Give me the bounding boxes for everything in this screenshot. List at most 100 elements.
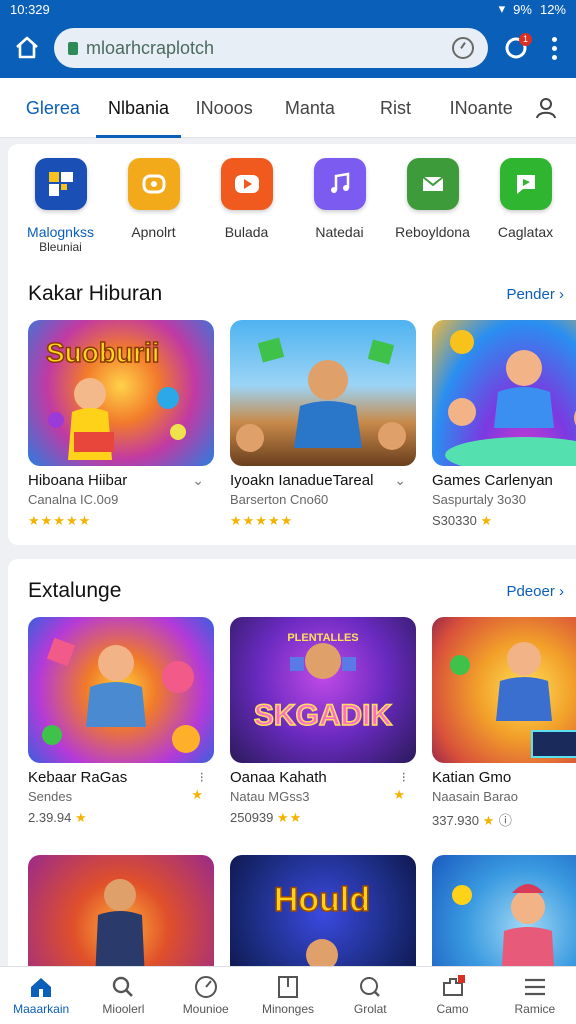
- wifi-icon: ▾: [498, 1, 506, 16]
- game-info: Katian Gmo⁝ Naasain Barao★ 337.930 ★ ⓘ: [432, 763, 576, 829]
- battery-text: 9%: [513, 1, 532, 17]
- svg-text:Suoburii: Suoburii: [46, 337, 160, 368]
- game-card[interactable]: [28, 855, 214, 968]
- svg-text:PLENTALLES: PLENTALLES: [287, 632, 358, 644]
- section-title: Kakar Hiburan: [28, 282, 163, 305]
- game-rating: S30330 ★: [432, 513, 494, 528]
- game-card[interactable]: PLENTALLES SKGADIK Oanaa Kahath ⁝ Natau MG…: [230, 617, 416, 829]
- section-more-link[interactable]: Pender ›: [506, 286, 564, 303]
- more-options-icon[interactable]: ⁝: [200, 769, 214, 786]
- app-shortcut-bulada[interactable]: Bulada: [200, 158, 293, 254]
- search-icon: [113, 976, 134, 997]
- game-info: Games Carlenyan⌄ Saspurtaly 3o30 S30330 …: [432, 466, 576, 529]
- nav-games[interactable]: Camo: [411, 967, 493, 1024]
- game-thumbnail: PLENTALLES SKGADIK: [230, 617, 416, 763]
- home-button[interactable]: [12, 33, 42, 63]
- at-sign-icon: [127, 158, 180, 210]
- game-thumbnail: Suoburii: [28, 320, 214, 466]
- game-card[interactable]: Iyoakn IanadueTareal ⌄ Barserton Cno60 ★★…: [230, 320, 416, 529]
- nav-menu[interactable]: Ramice: [494, 967, 576, 1024]
- puzzle-icon: [442, 975, 465, 996]
- featured-card: Extalunge Pdeoer › Kebaar RaGas ⁝ Sendes ★…: [8, 559, 576, 968]
- game-info: Hiboana Hiibar ⌄ Canalna IC.0o9 ★★★★★: [28, 466, 214, 529]
- game-card[interactable]: Games Carlenyan⌄ Saspurtaly 3o30 S30330 …: [432, 320, 576, 529]
- game-title: Hiboana Hiibar: [28, 472, 128, 489]
- tab-nlbania[interactable]: Nlbania: [95, 78, 182, 138]
- game-card[interactable]: Suoburii Hiboana Hiibar ⌄ Canalna IC.0o9 …: [28, 320, 214, 529]
- url-bar[interactable]: mloarhcraplotch: [54, 28, 488, 68]
- bookmark-star-icon[interactable]: ★: [191, 787, 214, 803]
- app-shortcut-malognkss[interactable]: Malognkss Bleuniai: [14, 158, 107, 254]
- library-icon: [277, 976, 298, 998]
- star-rating-icon: ★★★★★: [28, 513, 92, 528]
- nav-label: Camo: [436, 1002, 469, 1016]
- game-thumbnail: [230, 320, 416, 466]
- nav-label: Grolat: [353, 1002, 387, 1016]
- game-rating: ★★★★★: [230, 513, 416, 529]
- nav-label: Maaarkain: [13, 1002, 70, 1016]
- app-label: Apnolrt: [131, 224, 176, 240]
- game-card[interactable]: Kebaar RaGas ⁝ Sendes ★ 2.39.94 ★: [28, 617, 214, 829]
- home-icon: [31, 978, 52, 997]
- game-subtitle: Natau MGss3: [230, 789, 310, 804]
- app-sublabel: Bleuniai: [39, 240, 82, 254]
- mail-icon: [406, 158, 459, 210]
- game-rating: 2.39.94 ★: [28, 810, 88, 825]
- profile-icon: [536, 97, 557, 118]
- more-options-icon[interactable]: ⌄: [394, 472, 416, 489]
- game-info: Iyoakn IanadueTareal ⌄ Barserton Cno60 ★★…: [230, 466, 416, 529]
- status-time: 10:329: [10, 1, 50, 17]
- game-card[interactable]: Katian Gmo⁝ Naasain Barao★ 337.930 ★ ⓘ: [432, 617, 576, 829]
- tab-glerea[interactable]: Glerea: [10, 78, 96, 138]
- app-grid-icon: [34, 158, 87, 210]
- app-label: Reboyldona: [395, 224, 470, 240]
- nav-gauge[interactable]: Mounioe: [165, 967, 247, 1024]
- game-thumbnail: [28, 855, 214, 968]
- app-shortcut-natedai[interactable]: Natedai: [293, 158, 386, 254]
- game-row: Suoburii Hiboana Hiibar ⌄ Canalna IC.0o9 …: [8, 320, 576, 545]
- nav-search[interactable]: Mioolerl: [82, 967, 164, 1024]
- game-card[interactable]: Hould: [230, 855, 416, 968]
- app-shortcut-reboyldona[interactable]: Reboyldona: [386, 158, 479, 254]
- gauge-icon: [194, 976, 217, 998]
- nav-explore[interactable]: Grolat: [329, 967, 411, 1024]
- nav-home[interactable]: Maaarkain: [0, 967, 82, 1024]
- tab-rist[interactable]: Rist: [353, 78, 439, 138]
- app-shortcut-caglatax[interactable]: Caglatax: [479, 158, 572, 254]
- game-subtitle: Naasain Barao: [432, 789, 518, 804]
- profile-button[interactable]: [524, 78, 568, 138]
- app-label: Bulada: [224, 224, 269, 240]
- game-title: Katian Gmo: [432, 769, 512, 786]
- app-shortcuts: Malognkss Bleuniai Apnolrt Bulada Nateda…: [8, 144, 576, 262]
- notification-button[interactable]: 1: [500, 32, 532, 64]
- tab-inooos[interactable]: INooos: [181, 78, 267, 138]
- app-label: Caglatax: [497, 224, 554, 240]
- game-row: Kebaar RaGas ⁝ Sendes ★ 2.39.94 ★ PLENTALL…: [8, 617, 576, 829]
- bookmark-star-icon[interactable]: ★: [393, 787, 416, 803]
- thumbnail-title-text: SKGADIK: [254, 699, 393, 732]
- game-thumbnail: [432, 320, 576, 466]
- nav-library[interactable]: Minonges: [247, 967, 329, 1024]
- more-options-icon[interactable]: ⌄: [192, 472, 214, 489]
- app-shortcut-apnolrt[interactable]: Apnolrt: [107, 158, 200, 254]
- game-rating: 337.930 ★ ⓘ: [432, 813, 512, 828]
- tab-manta[interactable]: Manta: [267, 78, 353, 138]
- info-icon[interactable]: ⓘ: [499, 813, 512, 828]
- bottom-navigation: Maaarkain Mioolerl Mounioe Minonges Grol…: [0, 966, 576, 1024]
- section-more-link[interactable]: Pdeoer ›: [506, 583, 564, 600]
- star-rating-icon: ★: [480, 513, 494, 528]
- more-options-icon[interactable]: ⁝: [402, 769, 416, 786]
- section-header: Kakar Hiburan Pender ›: [8, 262, 576, 320]
- star-rating-icon: ★: [482, 813, 496, 828]
- game-title: Iyoakn IanadueTareal: [230, 472, 374, 489]
- section-header: Extalunge Pdeoer ›: [8, 559, 576, 617]
- nav-label: Minonges: [261, 1002, 314, 1016]
- game-card[interactable]: [432, 855, 576, 968]
- chat-bubble-icon: [499, 158, 552, 210]
- notification-badge: 1: [519, 33, 532, 46]
- more-menu-icon[interactable]: [544, 36, 564, 60]
- reload-icon[interactable]: [452, 37, 474, 59]
- tab-inoante[interactable]: INoante: [438, 78, 524, 138]
- game-thumbnail: [432, 855, 576, 968]
- magnifier-icon: [360, 977, 381, 997]
